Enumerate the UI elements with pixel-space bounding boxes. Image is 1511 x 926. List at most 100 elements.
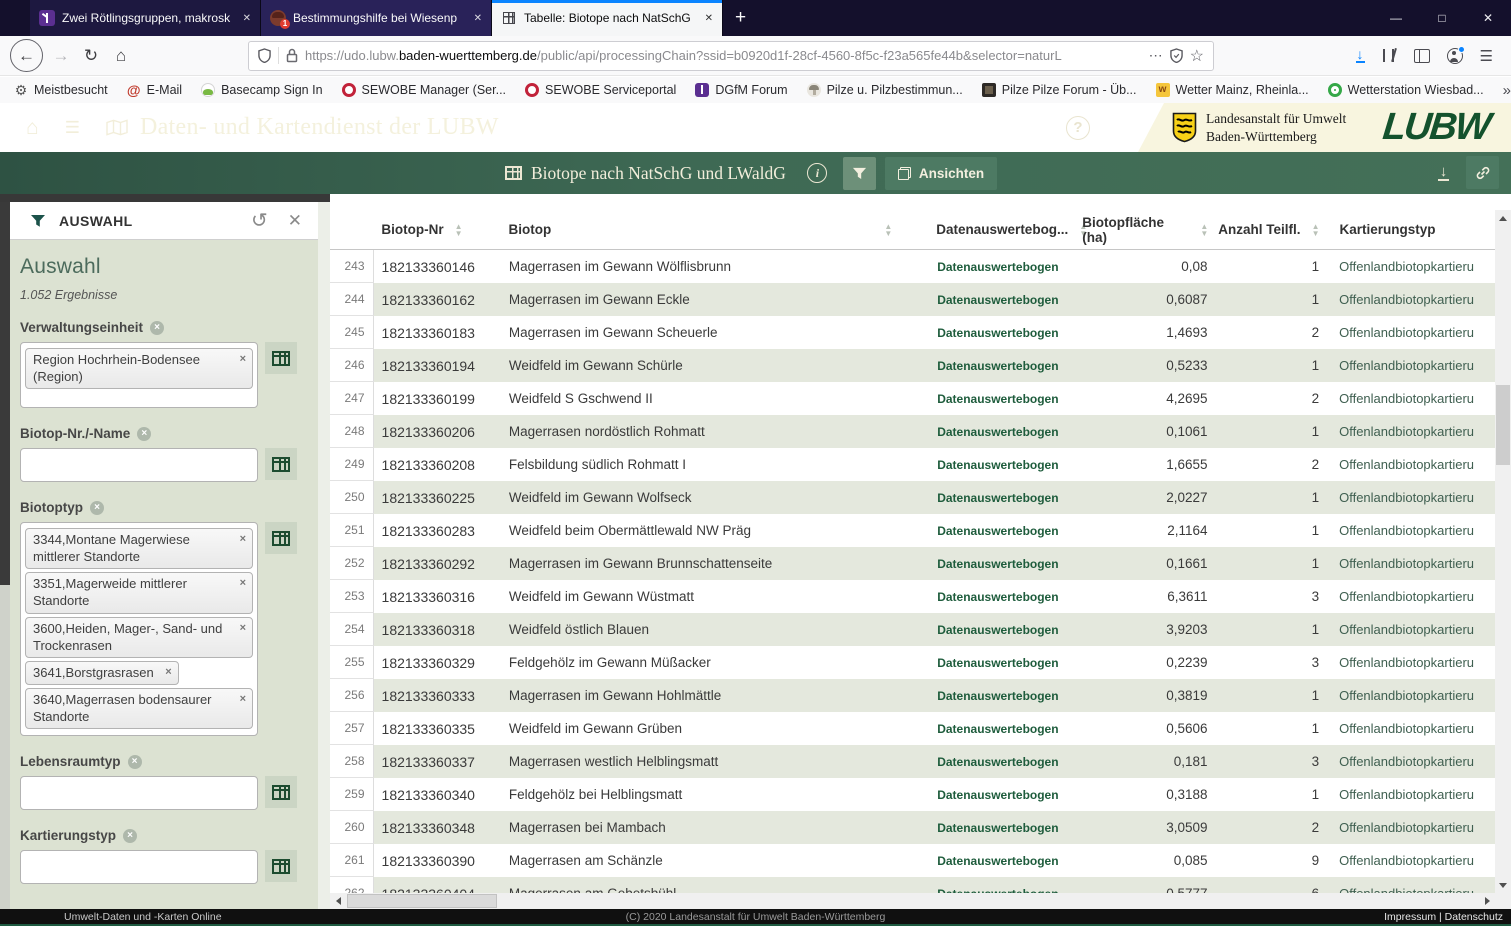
filter-input-2[interactable]: 3344,Montane Magerwiese mittlerer Stando… [20, 522, 258, 736]
value-list-button[interactable] [265, 342, 297, 374]
filter-button[interactable] [843, 157, 876, 190]
scroll-right-icon[interactable] [1479, 893, 1495, 909]
tab-close-icon[interactable]: ✕ [705, 13, 713, 24]
cell-datenauswertebogen-link[interactable]: Datenauswertebogen [933, 481, 1081, 514]
scroll-left-icon[interactable] [330, 893, 346, 909]
cell-datenauswertebogen-link[interactable]: Datenauswertebogen [933, 712, 1081, 745]
bookmark-item[interactable]: wWetter Mainz, Rheinla... [1156, 83, 1309, 97]
account-icon[interactable] [1447, 48, 1463, 64]
home-icon[interactable]: ⌂ [26, 117, 39, 138]
reload-button[interactable]: ↻ [76, 41, 106, 71]
column-header-biotopflaeche[interactable]: Biotopfläche (ha)▲▼ [1082, 210, 1210, 249]
table-row[interactable]: 253182133360316Weidfeld im Gewann Wüstma… [330, 580, 1495, 613]
cell-datenauswertebogen-link[interactable]: Datenauswertebogen [933, 811, 1081, 844]
bookmark-item[interactable]: Pilze Pilze Forum - Üb... [982, 83, 1137, 97]
chip-remove-icon[interactable]: × [240, 576, 246, 591]
column-header-kartierungstyp[interactable]: Kartierungstyp [1323, 210, 1495, 249]
table-row[interactable]: 259182133360340Feldgehölz bei Helblingsm… [330, 778, 1495, 811]
sort-icon[interactable]: ▲▼ [455, 223, 463, 237]
cell-datenauswertebogen-link[interactable]: Datenauswertebogen [933, 580, 1081, 613]
column-header-biotop-nr[interactable]: Biotop-Nr▲▼ [373, 210, 502, 249]
column-header-anzahl-teilfl[interactable]: Anzahl Teilfl.▲▼ [1210, 210, 1323, 249]
value-list-button[interactable] [265, 448, 297, 480]
clear-filter-icon[interactable]: × [137, 427, 151, 441]
menu-hamburger-icon[interactable]: ☰ [65, 119, 80, 136]
clear-filter-icon[interactable]: × [128, 755, 142, 769]
lock-icon[interactable] [286, 48, 298, 63]
table-row[interactable]: 246182133360194Weidfeld im Gewann Schürl… [330, 349, 1495, 382]
chip-remove-icon[interactable]: × [240, 692, 246, 707]
vertical-scroll-thumb[interactable] [1496, 385, 1510, 465]
value-list-button[interactable] [265, 776, 297, 808]
table-row[interactable]: 243182133360146Magerrasen im Gewann Wölf… [330, 250, 1495, 283]
filter-input-4[interactable] [20, 850, 258, 884]
sort-icon[interactable]: ▲▼ [884, 223, 892, 237]
tab-close-icon[interactable]: ✕ [243, 13, 251, 24]
browser-tab[interactable]: Tabelle: Biotope nach NatSchG✕ [492, 0, 723, 36]
map-icon[interactable] [106, 119, 128, 136]
table-row[interactable]: 249182133360208Felsbildung südlich Rohma… [330, 448, 1495, 481]
filter-input-1[interactable] [20, 448, 258, 482]
browser-tab[interactable]: 1Bestimmungshilfe bei Wiesenp✕ [261, 0, 492, 36]
home-button[interactable]: ⌂ [106, 41, 136, 71]
menu-icon[interactable]: ☰ [1480, 47, 1493, 65]
bookmarks-overflow-icon[interactable]: » [1503, 82, 1509, 99]
cell-datenauswertebogen-link[interactable]: Datenauswertebogen [933, 382, 1081, 415]
bookmark-star-icon[interactable]: ☆ [1190, 46, 1204, 66]
table-row[interactable]: 260182133360348Magerrasen bei MambachDat… [330, 811, 1495, 844]
tracking-shield-icon[interactable] [258, 48, 271, 63]
cell-datenauswertebogen-link[interactable]: Datenauswertebogen [933, 349, 1081, 382]
footer-links[interactable]: Impressum | Datenschutz [1384, 911, 1503, 923]
column-header-datenauswertebogen[interactable]: Datenauswertebog...▲▼ [932, 210, 1082, 249]
info-button[interactable]: i [801, 157, 834, 190]
bookmark-item[interactable]: ⚙Meistbesucht [14, 83, 108, 97]
forward-button[interactable]: → [46, 41, 76, 71]
library-icon[interactable] [1382, 48, 1397, 63]
cell-datenauswertebogen-link[interactable]: Datenauswertebogen [933, 613, 1081, 646]
cell-datenauswertebogen-link[interactable]: Datenauswertebogen [933, 316, 1081, 349]
cell-datenauswertebogen-link[interactable]: Datenauswertebogen [933, 250, 1081, 283]
cell-datenauswertebogen-link[interactable]: Datenauswertebogen [933, 415, 1081, 448]
scroll-up-icon[interactable] [1495, 210, 1511, 226]
bookmark-item[interactable]: @E-Mail [127, 83, 182, 97]
views-button[interactable]: Ansichten [885, 157, 997, 190]
table-row[interactable]: 258182133360337Magerrasen westlich Helbl… [330, 745, 1495, 778]
bookmark-item[interactable]: Basecamp Sign In [201, 83, 322, 97]
download-button[interactable]: ↓ [1427, 156, 1460, 189]
table-row[interactable]: 254182133360318Weidfeld östlich BlauenDa… [330, 613, 1495, 646]
table-row[interactable]: 248182133360206Magerrasen nordöstlich Ro… [330, 415, 1495, 448]
table-row[interactable]: 256182133360333Magerrasen im Gewann Hohl… [330, 679, 1495, 712]
bookmark-item[interactable]: DGfM Forum [695, 83, 787, 97]
browser-tab[interactable]: Zwei Rötlingsgruppen, makrosk✕ [30, 0, 261, 36]
table-row[interactable]: 244182133360162Magerrasen im Gewann Eckl… [330, 283, 1495, 316]
sidebar-toggle-icon[interactable] [1414, 49, 1430, 63]
table-row[interactable]: 250182133360225Weidfeld im Gewann Wolfse… [330, 481, 1495, 514]
cell-datenauswertebogen-link[interactable]: Datenauswertebogen [933, 448, 1081, 481]
cell-datenauswertebogen-link[interactable]: Datenauswertebogen [933, 877, 1081, 893]
new-tab-button[interactable]: + [723, 0, 758, 36]
clear-filter-icon[interactable]: × [90, 501, 104, 515]
cell-datenauswertebogen-link[interactable]: Datenauswertebogen [933, 283, 1081, 316]
table-row[interactable]: 252182133360292Magerrasen im Gewann Brun… [330, 547, 1495, 580]
pocket-shield-icon[interactable] [1170, 48, 1183, 63]
downloads-icon[interactable]: ↓ [1356, 48, 1365, 63]
table-row[interactable]: 262182133360404Magerrasen am GebetsbühlD… [330, 877, 1495, 893]
cell-datenauswertebogen-link[interactable]: Datenauswertebogen [933, 679, 1081, 712]
chip-remove-icon[interactable]: × [165, 665, 171, 680]
clear-filter-icon[interactable]: × [150, 321, 164, 335]
sidebar-scrollbar[interactable] [318, 202, 330, 909]
cell-datenauswertebogen-link[interactable]: Datenauswertebogen [933, 745, 1081, 778]
horizontal-scroll-thumb[interactable] [347, 894, 497, 908]
table-row[interactable]: 257182133360335Weidfeld im Gewann Grüben… [330, 712, 1495, 745]
tab-close-icon[interactable]: ✕ [474, 13, 482, 24]
filter-input-3[interactable] [20, 776, 258, 810]
back-button[interactable]: ← [10, 39, 43, 72]
table-row[interactable]: 247182133360199Weidfeld S Gschwend IIDat… [330, 382, 1495, 415]
scroll-down-icon[interactable] [1495, 877, 1511, 893]
table-row[interactable]: 261182133360390Magerrasen am SchänzleDat… [330, 844, 1495, 877]
close-sidebar-icon[interactable]: ✕ [288, 211, 302, 231]
cell-datenauswertebogen-link[interactable]: Datenauswertebogen [933, 514, 1081, 547]
value-list-button[interactable] [265, 522, 297, 554]
help-button[interactable]: ? [1066, 116, 1090, 140]
horizontal-scrollbar[interactable] [330, 893, 1495, 909]
